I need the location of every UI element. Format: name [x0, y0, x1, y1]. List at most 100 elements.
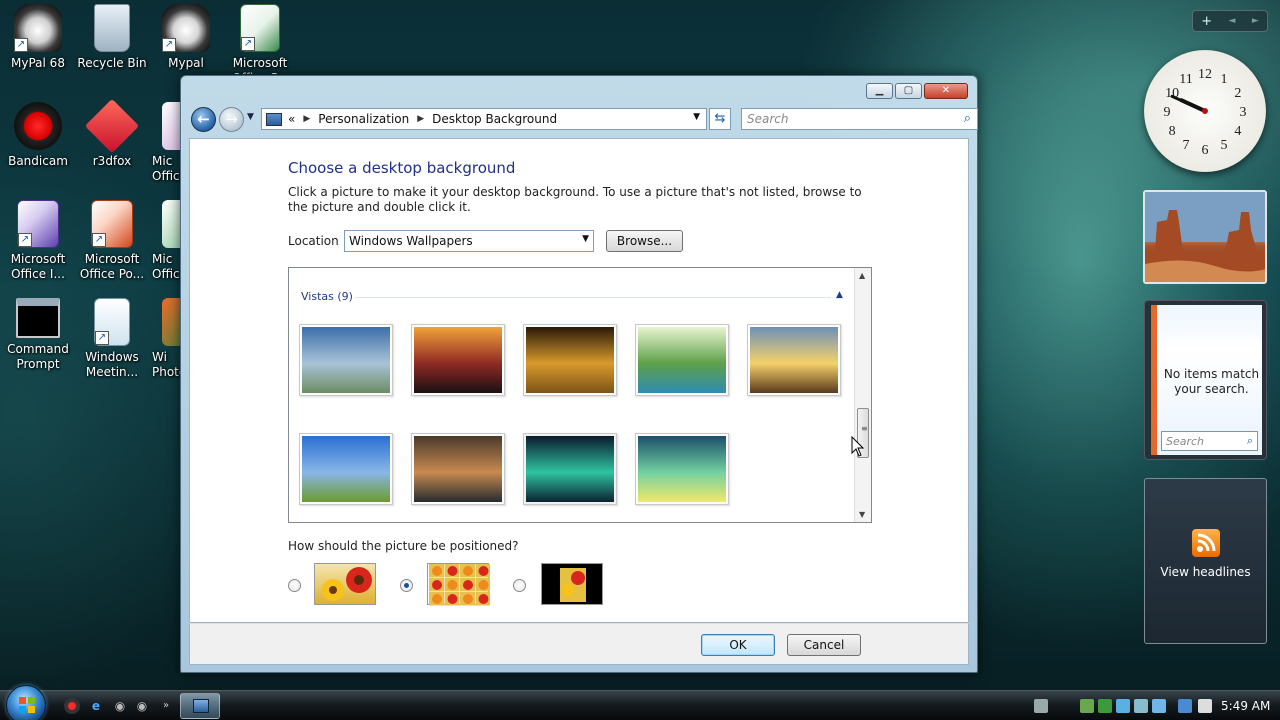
gallery-scrollbar[interactable]: ▲ ≡ ▼ [854, 268, 871, 522]
wallpaper-thumbnail-palm-leaf[interactable] [635, 324, 729, 396]
wallpaper-image-river-valley [302, 327, 390, 393]
next-page-button[interactable]: ► [1252, 16, 1259, 26]
wallpaper-thumbnail-green-hills[interactable] [299, 433, 393, 505]
ok-button[interactable]: OK [701, 634, 775, 656]
tray-app-icon[interactable] [1080, 699, 1094, 713]
forward-button[interactable]: → [219, 107, 244, 132]
office-document-icon: ↗ [240, 4, 280, 52]
gadget-toolbar: + ◄ ► [1192, 10, 1268, 32]
desktop-icon-mypal[interactable]: ↗ Mypal [148, 4, 224, 71]
keyboard-icon[interactable] [1034, 699, 1048, 713]
start-button[interactable] [6, 685, 46, 720]
search-icon[interactable]: ⌕ [964, 111, 971, 126]
maximize-button[interactable]: ▢ [895, 83, 922, 99]
taskbar: e ◉ ◉ » 5:49 AM [0, 685, 1280, 720]
breadcrumb-separator-icon[interactable]: ▶ [417, 114, 424, 124]
group-header-vistas[interactable]: Vistas (9) [301, 290, 353, 303]
feed-headlines-gadget[interactable]: View headlines [1144, 478, 1267, 644]
refresh-icon: ⇆ [714, 111, 726, 126]
wallpaper-image-aurora [526, 436, 614, 502]
address-bar[interactable]: « ▶ Personalization ▶ Desktop Background… [261, 108, 707, 130]
breadcrumb-separator-icon[interactable]: ▶ [303, 114, 310, 124]
raccoon-quicklaunch-icon-2[interactable]: ◉ [134, 698, 150, 714]
mouse-cursor-icon [851, 436, 865, 457]
scroll-down-icon[interactable]: ▼ [859, 510, 865, 519]
position-preview-center[interactable] [541, 563, 603, 605]
clock-gadget[interactable]: 12 1 2 3 4 5 6 7 8 9 10 11 [1144, 50, 1266, 172]
volume-muted-icon[interactable] [1198, 699, 1212, 713]
breadcrumb-overflow[interactable]: « [288, 112, 295, 126]
position-radio-fit[interactable] [288, 579, 301, 592]
internet-explorer-icon[interactable]: e [88, 698, 104, 714]
add-gadget-button[interactable]: + [1201, 14, 1212, 29]
slideshow-gadget[interactable] [1143, 190, 1267, 284]
position-preview-tile[interactable] [427, 563, 491, 606]
clock-numeral: 5 [1221, 138, 1228, 153]
raccoon-quicklaunch-icon[interactable]: ◉ [112, 698, 128, 714]
desktop-icon-windows-meeting[interactable]: ↗ Windows Meetin... [74, 298, 150, 380]
powerpoint-icon: ↗ [91, 200, 133, 248]
desktop-icon-r3dfox[interactable]: r3dfox [74, 98, 150, 169]
close-button[interactable]: ✕ [924, 83, 968, 99]
back-button[interactable]: ← [191, 107, 216, 132]
search-icon[interactable]: ⌕ [1247, 434, 1253, 448]
breadcrumb-desktop-background[interactable]: Desktop Background [432, 112, 557, 126]
wallpaper-thumbnail-aero-glow[interactable] [635, 433, 729, 505]
previous-page-button[interactable]: ◄ [1229, 16, 1236, 26]
feed-search-gadget: No items match your search. Search ⌕ [1144, 300, 1267, 460]
chevron-down-icon[interactable]: ▼ [693, 112, 700, 122]
network-icon[interactable] [1116, 699, 1130, 713]
gadget-search-input[interactable]: Search ⌕ [1161, 431, 1258, 451]
position-radio-tile[interactable] [400, 579, 413, 592]
clock-center [1202, 108, 1208, 114]
view-headlines-link[interactable]: View headlines [1160, 565, 1250, 579]
control-panel-icon [193, 699, 209, 713]
wallpaper-thumbnail-mountain-lake[interactable] [411, 433, 505, 505]
search-input[interactable]: Search ⌕ [741, 108, 978, 130]
desktop-icon-bandicam[interactable]: Bandicam [0, 102, 76, 169]
bandicam-quicklaunch-icon[interactable] [64, 698, 80, 714]
navigation-bar: ← → ▼ « ▶ Personalization ▶ Desktop Back… [189, 106, 978, 132]
desktop-icon-office-infopath[interactable]: ↗ Microsoft Office I... [0, 200, 76, 282]
wallpaper-thumbnail-rocky-shore[interactable] [523, 324, 617, 396]
chevron-down-icon: ▼ [582, 234, 589, 244]
breadcrumb-personalization[interactable]: Personalization [318, 112, 409, 126]
collapse-group-icon[interactable]: ▲ [836, 290, 843, 300]
clock-time[interactable]: 5:49 AM [1221, 699, 1270, 713]
desktop-icon-mypal68[interactable]: ↗ MyPal 68 [0, 4, 76, 71]
location-select[interactable]: Windows Wallpapers ▼ [344, 230, 594, 252]
clock-numeral: 11 [1179, 72, 1192, 87]
scroll-up-icon[interactable]: ▲ [859, 271, 865, 280]
record-icon [14, 102, 62, 150]
tray-app-icon-3[interactable] [1134, 699, 1148, 713]
network-connection-icon[interactable] [1178, 699, 1192, 713]
dialog-footer: OK Cancel [189, 623, 969, 665]
desktop-icon-office-partial-2[interactable]: Mic Offic [148, 200, 182, 282]
desktop-icon-photo-partial[interactable]: Wi Photo [148, 298, 182, 380]
cancel-button[interactable]: Cancel [787, 634, 861, 656]
feed-search-panel: No items match your search. Search ⌕ [1151, 305, 1262, 455]
tray-app-icon-2[interactable] [1098, 699, 1112, 713]
recent-pages-dropdown[interactable]: ▼ [247, 112, 254, 122]
wallpaper-thumbnail-river-valley[interactable] [299, 324, 393, 396]
browse-button[interactable]: Browse... [606, 230, 683, 252]
wallpaper-thumbnail-aurora[interactable] [523, 433, 617, 505]
position-preview-fit[interactable] [314, 563, 376, 605]
desktop-icon-command-prompt[interactable]: Command Prompt [0, 298, 76, 372]
quicklaunch-overflow-icon[interactable]: » [158, 698, 174, 714]
position-radio-center[interactable] [513, 579, 526, 592]
wallpaper-thumbnail-sunset-silhouette[interactable] [411, 324, 505, 396]
desktop-icon-office-partial-1[interactable]: Mic Offic [148, 102, 182, 184]
desktop-icon-office-powerpoint[interactable]: ↗ Microsoft Office Po... [74, 200, 150, 282]
desktop-icon-recycle-bin[interactable]: Recycle Bin [74, 4, 150, 71]
refresh-button[interactable]: ⇆ [709, 108, 731, 130]
forward-arrow-icon: → [225, 110, 238, 128]
wallpaper-image-aero-glow [638, 436, 726, 502]
clock-minute-hand [1170, 94, 1207, 113]
taskbar-button-control-panel[interactable] [180, 693, 220, 719]
desktop-icon-office-publisher[interactable]: ↗ Microsoft Office P... [222, 4, 298, 74]
minimize-button[interactable]: ▁ [866, 83, 893, 99]
wallpaper-thumbnail-field-sunrise[interactable] [747, 324, 841, 396]
tray-app-icon-4[interactable] [1152, 699, 1166, 713]
clock-numeral: 7 [1183, 138, 1190, 153]
